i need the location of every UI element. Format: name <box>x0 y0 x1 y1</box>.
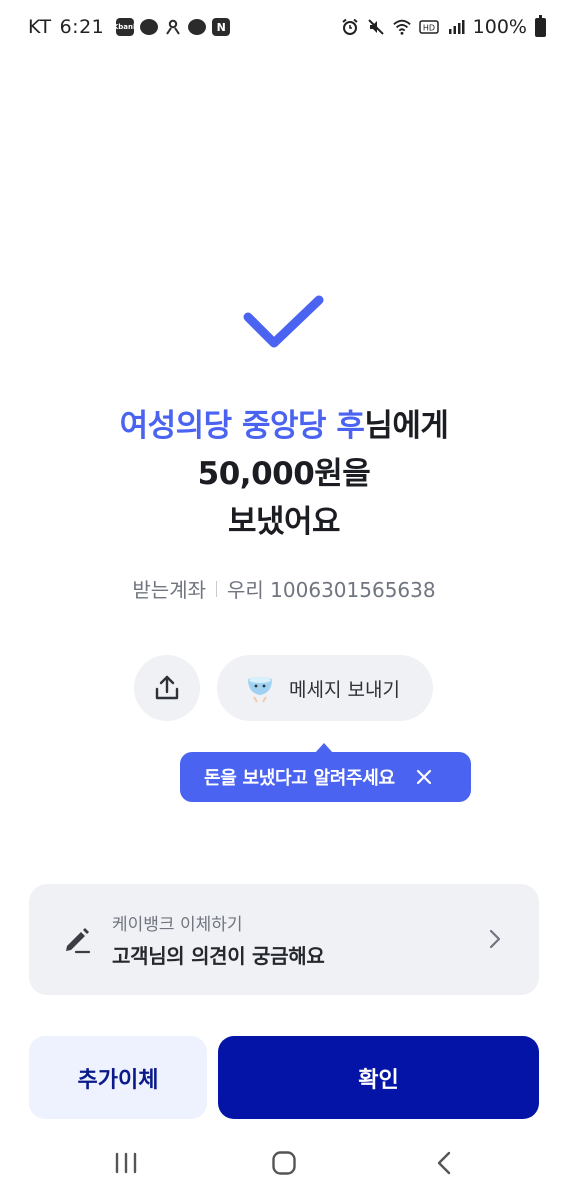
status-bar: KT 6:21 Kbank N HD 100% <box>0 0 568 56</box>
mute-icon <box>367 19 384 35</box>
status-left: KT 6:21 Kbank N <box>28 16 231 38</box>
alarm-icon <box>342 18 358 35</box>
account-label: 받는계좌 <box>132 578 207 602</box>
share-button[interactable] <box>134 655 200 721</box>
transfer-result-headline: 여성의당 중앙당 후님에게 50,000원을 보냈어요 <box>0 402 568 546</box>
talk-icon <box>188 19 207 35</box>
confirm-button[interactable]: 확인 <box>218 1036 539 1119</box>
receiving-account: 받는계좌 우리 1006301565638 <box>0 574 568 603</box>
tooltip-text: 돈을 보냈다고 알려주세요 <box>204 768 395 789</box>
clock: 6:21 <box>59 16 105 38</box>
svg-text:HD: HD <box>423 24 435 33</box>
feedback-title: 고객님의 의견이 궁금해요 <box>112 944 325 968</box>
carrier-label: KT <box>28 16 52 38</box>
hd-icon: HD <box>418 20 439 34</box>
pencil-icon <box>66 928 91 954</box>
recent-apps-icon[interactable] <box>113 1152 139 1174</box>
transfer-amount: 50,000원을 <box>197 456 371 492</box>
add-transfer-button[interactable]: 추가이체 <box>29 1036 207 1119</box>
talk-icon <box>140 19 159 35</box>
divider <box>216 580 218 597</box>
signal-icon <box>448 20 465 34</box>
back-icon[interactable] <box>434 1151 454 1175</box>
feedback-card[interactable]: 케이뱅크 이체하기 고객님의 의견이 궁금해요 <box>29 884 539 995</box>
naver-icon: N <box>212 18 231 36</box>
share-icon <box>155 675 179 700</box>
chevron-right-icon <box>489 929 501 949</box>
account-number: 우리 1006301565638 <box>227 578 436 602</box>
notify-tooltip: 돈을 보냈다고 알려주세요 <box>180 743 471 802</box>
notification-icons: Kbank N <box>113 18 231 36</box>
character-avatar-icon <box>248 677 272 703</box>
kbank-icon: Kbank <box>113 18 138 36</box>
battery-percent: 100% <box>472 16 527 38</box>
bell-person-icon <box>166 19 181 35</box>
close-icon[interactable] <box>415 768 433 786</box>
send-message-label: 메세지 보내기 <box>289 678 400 701</box>
recipient-suffix: 님에게 <box>364 408 449 444</box>
recipient-name: 여성의당 중앙당 후 <box>119 408 365 444</box>
system-nav-bar <box>0 1130 568 1199</box>
send-message-button[interactable]: 메세지 보내기 <box>217 655 433 721</box>
home-icon[interactable] <box>271 1150 297 1176</box>
status-right: HD 100% <box>341 14 546 38</box>
headline-line-1: 여성의당 중앙당 후님에게 <box>0 402 568 450</box>
feedback-subtitle: 케이뱅크 이체하기 <box>112 915 243 935</box>
wifi-icon <box>392 19 411 35</box>
battery-icon <box>535 14 546 37</box>
check-icon <box>243 295 324 348</box>
headline-verb: 보냈어요 <box>227 504 341 540</box>
